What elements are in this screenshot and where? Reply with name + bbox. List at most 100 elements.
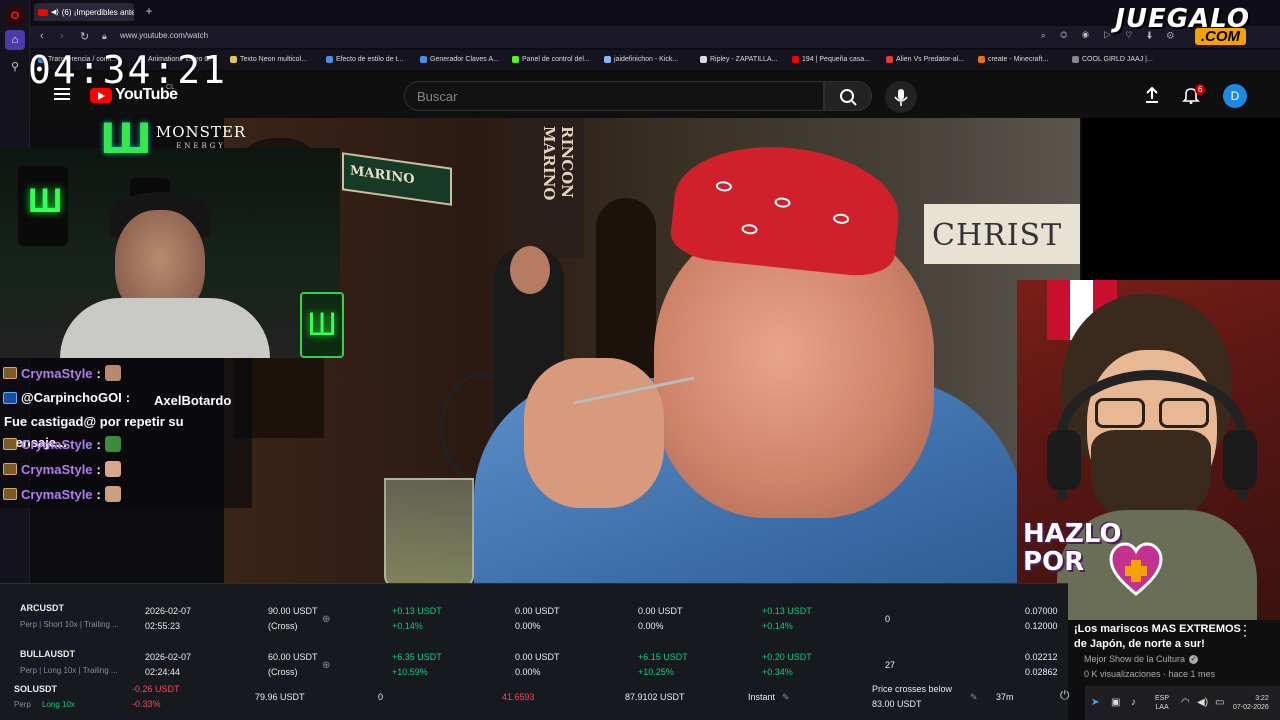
chat-emote-icon bbox=[104, 365, 121, 381]
value-b-pct: 0.00% bbox=[515, 667, 541, 677]
language-indicator[interactable]: ESP LAA bbox=[1155, 694, 1169, 712]
more-options-icon[interactable]: ⋮ bbox=[1238, 622, 1252, 639]
clock[interactable]: 3:22 07-02-2026 bbox=[1233, 694, 1269, 712]
bookmark-item[interactable]: jaidefinichon - Kick... bbox=[604, 56, 678, 63]
power-icon[interactable]: ⏻ bbox=[1060, 688, 1070, 703]
video-info-card[interactable]: ¡Los mariscos MAS EXTREMOS de Japón, de … bbox=[1068, 620, 1280, 686]
tray-app-icon[interactable]: ➤ bbox=[1091, 697, 1099, 708]
new-tab-button[interactable]: + bbox=[142, 4, 156, 18]
trigger-condition: Price crosses below bbox=[872, 684, 953, 694]
chat-username[interactable]: CrymaStyle bbox=[21, 437, 93, 452]
position-symbol[interactable]: ARCUSDT bbox=[20, 601, 64, 616]
video-side-area bbox=[1082, 118, 1280, 280]
position-date: 2026-02-07 bbox=[145, 652, 192, 662]
bookmark-item[interactable]: Efecto de estilo de t... bbox=[326, 56, 403, 63]
monster-claw-icon: Ш bbox=[100, 114, 152, 163]
value-b: 0.00 USDT bbox=[515, 652, 560, 662]
position-value: 79.96 USDT bbox=[255, 692, 305, 702]
bookmark-item[interactable]: 194 | Pequeña casa... bbox=[792, 56, 870, 63]
bookmark-item[interactable]: Alien Vs Predator-al... bbox=[886, 56, 964, 63]
speaker-icon[interactable]: ◀) bbox=[51, 8, 59, 16]
heart-icon bbox=[1109, 542, 1163, 596]
price-one: 0.07000 bbox=[1025, 606, 1058, 616]
background-person-head bbox=[510, 246, 550, 294]
position-time: 02:24:44 bbox=[145, 667, 181, 677]
lock-icon: 🔒︎ bbox=[102, 31, 107, 41]
position-symbol[interactable]: BULLAUSDT bbox=[20, 647, 75, 662]
position-row[interactable]: BULLAUSDT Perp | Long 10x | Trailing ...… bbox=[0, 630, 1068, 677]
edit-margin-icon[interactable]: ⊕ bbox=[322, 612, 330, 627]
channel-label: Mejor Show de la Cultura bbox=[1084, 654, 1186, 664]
tray-app-icon[interactable]: ▣ bbox=[1111, 697, 1120, 708]
notification-count-badge: 6 bbox=[1195, 84, 1206, 95]
volume-icon[interactable]: ◀) bbox=[1197, 697, 1208, 708]
monster-energy-logo: Ш MONSTER ENERGY bbox=[100, 118, 246, 160]
pin-icon[interactable]: ⚲ bbox=[5, 56, 25, 76]
streamer-webcam: Ш bbox=[0, 148, 340, 358]
account-avatar[interactable]: D bbox=[1223, 84, 1247, 108]
pnl-value: +0.13 USDT bbox=[392, 606, 442, 616]
bookmark-icon bbox=[886, 56, 893, 63]
voice-search-button[interactable] bbox=[885, 81, 917, 113]
url-field[interactable]: www.youtube.com/watch bbox=[120, 31, 208, 40]
bookmark-icon bbox=[230, 56, 237, 63]
search-input[interactable]: Buscar bbox=[404, 81, 824, 111]
chat-message: CrymaStyle : bbox=[3, 486, 121, 502]
streamer-shirt bbox=[60, 298, 270, 358]
bookmark-label: create - Minecraft... bbox=[988, 56, 1049, 63]
edit-pencil-icon[interactable]: ✎ bbox=[782, 690, 790, 705]
tab-youtube[interactable]: ◀) (6) ¡Imperdibles ante bbox=[34, 3, 134, 21]
restaurant-sign-vertical: RINCON MARINO bbox=[514, 118, 584, 258]
value-c: 0.00 USDT bbox=[638, 606, 683, 616]
bookmark-icon bbox=[420, 56, 427, 63]
bookmark-icon bbox=[326, 56, 333, 63]
search-button[interactable] bbox=[824, 81, 872, 111]
bookmark-item[interactable]: COOL GIRLD JAAJ |... bbox=[1072, 56, 1153, 63]
chat-username[interactable]: CrymaStyle bbox=[21, 487, 93, 502]
value-zero: 0 bbox=[378, 692, 384, 702]
edit-margin-icon[interactable]: ⊕ bbox=[322, 658, 330, 673]
mark-price: 87.9102 USDT bbox=[625, 692, 685, 702]
workspace-home-icon[interactable]: ⌂ bbox=[5, 30, 25, 50]
search-icon bbox=[840, 89, 857, 106]
channel-name[interactable]: Mejor Show de la Cultura ✓ bbox=[1084, 654, 1199, 664]
value-d: +0.20 USDT bbox=[762, 652, 812, 662]
position-symbol[interactable]: SOLUSDT bbox=[14, 682, 57, 697]
battery-icon[interactable]: ▭ bbox=[1215, 697, 1224, 708]
back-icon[interactable]: ‹ bbox=[40, 30, 44, 42]
address-bar-row: ‹ › ↻ 🔒︎ www.youtube.com/watch ⌕ ◎ ◉ ▷ ♡… bbox=[30, 26, 1280, 48]
position-row[interactable]: SOLUSDT Perp Long 10x -0.26 USDT -0.33% … bbox=[0, 682, 1068, 720]
bandana-pattern bbox=[715, 180, 733, 193]
trading-positions-panel: ARCUSDT Perp | Short 10x | Trailing ... … bbox=[0, 583, 1068, 720]
bookmark-item[interactable]: Ripley - ZAPATILLA... bbox=[700, 56, 777, 63]
value-c: +6.15 USDT bbox=[638, 652, 688, 662]
chat-username[interactable]: CrymaStyle bbox=[21, 366, 93, 381]
microphone-icon[interactable]: ♪ bbox=[1131, 697, 1136, 708]
shop-sign: CHRIST bbox=[924, 204, 1080, 264]
upload-icon[interactable] bbox=[1144, 86, 1160, 104]
value-b: 0.00 USDT bbox=[515, 606, 560, 616]
bookmark-icon bbox=[1072, 56, 1079, 63]
bookmark-item[interactable]: create - Minecraft... bbox=[978, 56, 1048, 63]
chat-emote-icon bbox=[104, 486, 121, 502]
clock-date: 07-02-2026 bbox=[1233, 704, 1269, 711]
video-player[interactable]: MARINO RINCON MARINO CHRIST bbox=[224, 118, 1080, 583]
bookmark-icon bbox=[700, 56, 707, 63]
forward-icon[interactable]: › bbox=[60, 30, 64, 42]
bookmark-label: 194 | Pequeña casa... bbox=[802, 56, 870, 63]
tab-title: (6) ¡Imperdibles ante bbox=[61, 7, 134, 17]
chat-username[interactable]: CrymaStyle bbox=[21, 462, 93, 477]
bookmark-item[interactable]: Panel de control del... bbox=[512, 56, 590, 63]
youtube-favicon-icon bbox=[38, 8, 48, 16]
red-bandana bbox=[668, 136, 905, 280]
position-row[interactable]: ARCUSDT Perp | Short 10x | Trailing ... … bbox=[0, 584, 1068, 631]
video-title[interactable]: ¡Los mariscos MAS EXTREMOS de Japón, de … bbox=[1074, 622, 1249, 652]
bookmark-item[interactable]: Texto Neon multicol... bbox=[230, 56, 307, 63]
reload-icon[interactable]: ↻ bbox=[80, 30, 89, 43]
bookmark-item[interactable]: Generador Claves A... bbox=[420, 56, 499, 63]
opera-logo-icon[interactable]: O bbox=[5, 6, 25, 26]
wifi-icon[interactable]: ◠ bbox=[1181, 697, 1190, 708]
pnl-value: -0.26 USDT bbox=[132, 684, 180, 694]
chat-emote-icon bbox=[104, 436, 121, 452]
edit-pencil-icon[interactable]: ✎ bbox=[970, 690, 978, 705]
